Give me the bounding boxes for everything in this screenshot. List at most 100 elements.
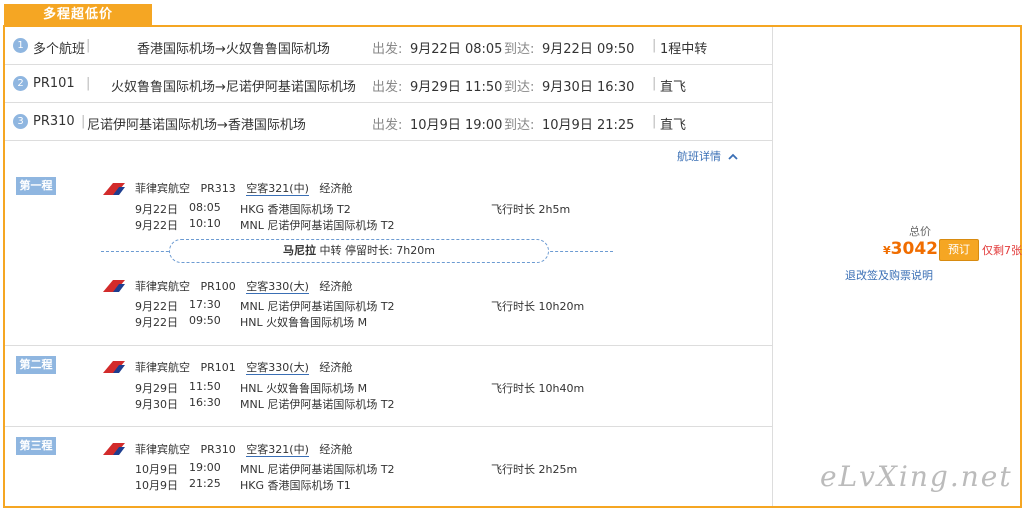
departure-time: 9月22日 08:05 [410,42,503,57]
flight-info: 菲律宾航空 PR100 空客330(大) 经济舱 [135,278,352,294]
refund-policy-link[interactable]: 退改签及购票说明 [845,267,933,283]
departure-time: 11:50 [189,380,221,393]
flight-info: 菲律宾航空 PR310 空客321(中) 经济舱 [135,441,352,457]
route: 尼诺伊阿基诺国际机场→香港国际机场 [87,118,306,133]
flight-details-toggle[interactable]: 航班详情 [677,148,738,164]
departure-date: 9月22日 [135,300,178,313]
cabin-class: 经济舱 [319,280,353,293]
segment-divider [5,345,772,346]
departure-airport: MNL 尼诺伊阿基诺国际机场 T2 [240,463,395,476]
arrival-time: 10:10 [189,217,221,230]
price-panel: 总价 ¥3042 预订 仅剩7张 退改签及购票说明 [773,27,1022,506]
flight-number: PR310 [200,443,236,456]
arrival-date: 9月30日 [135,398,178,411]
airline-name: 菲律宾航空 [135,182,190,195]
flight-number: 多个航班 [33,42,86,57]
flight-number: PR101 [200,361,236,374]
aircraft-type[interactable]: 空客330(大) [246,280,309,294]
arrival-date: 9月22日 [135,316,178,329]
departure-airport: MNL 尼诺伊阿基诺国际机场 T2 [240,300,395,313]
separator: | [652,76,657,91]
stopover-info: 马尼拉 中转 停留时长: 7h20m [169,239,549,263]
departure-label: 出发: [372,42,403,57]
stopover-duration: 停留时长: 7h20m [345,244,435,257]
route: 火奴鲁鲁国际机场→尼诺伊阿基诺国际机场 [111,80,356,95]
arrival-time: 21:25 [189,477,221,490]
philippine-airlines-logo-icon [103,443,125,455]
separator: | [86,76,91,91]
leg-number-badge: 2 [13,76,28,91]
flight-info: 菲律宾航空 PR101 空客330(大) 经济舱 [135,359,352,375]
departure-date: 10月9日 [135,463,178,476]
departure-time: 17:30 [189,298,221,311]
departure-label: 出发: [372,80,403,95]
aircraft-type[interactable]: 空客321(中) [246,182,309,196]
summary-row[interactable]: 3 PR310 | 尼诺伊阿基诺国际机场→香港国际机场 出发: 10月9日 19… [5,103,772,141]
arrival-airport: MNL 尼诺伊阿基诺国际机场 T2 [240,219,395,232]
arrival-airport: MNL 尼诺伊阿基诺国际机场 T2 [240,398,395,411]
seats-remaining: 仅剩7张 [982,244,1022,257]
flight-details-panel: 1 多个航班 | 香港国际机场→火奴鲁鲁国际机场 出发: 9月22日 08:05… [5,27,773,506]
price-amount: 3042 [890,239,938,259]
stopover-type: 中转 [319,244,342,257]
airline-name: 菲律宾航空 [135,280,190,293]
flight-number: PR310 [33,114,75,129]
airline-name: 菲律宾航空 [135,361,190,374]
separator: | [81,114,86,129]
departure-time: 10月9日 19:00 [410,118,503,133]
chevron-up-icon [727,153,738,160]
book-button[interactable]: 预订 [939,239,979,261]
flight-info: 菲律宾航空 PR313 空客321(中) 经济舱 [135,180,352,196]
aircraft-type[interactable]: 空客330(大) [246,361,309,375]
watermark: eLvXing.net [820,460,1013,493]
arrival-time: 9月22日 09:50 [542,42,635,57]
cabin-class: 经济舱 [319,182,353,195]
segment-divider [5,426,772,427]
arrival-airport: HKG 香港国际机场 T1 [240,479,351,492]
flight-number: PR313 [200,182,236,195]
cabin-class: 经济舱 [319,443,353,456]
departure-time: 08:05 [189,201,221,214]
departure-airport: HNL 火奴鲁鲁国际机场 M [240,382,368,395]
departure-date: 9月29日 [135,382,178,395]
summary-row[interactable]: 1 多个航班 | 香港国际机场→火奴鲁鲁国际机场 出发: 9月22日 08:05… [5,27,772,65]
arrival-airport: HNL 火奴鲁鲁国际机场 M [240,316,368,329]
departure-time: 9月29日 11:50 [410,80,503,95]
separator: | [652,114,657,129]
flight-duration: 飞行时长 2h5m [491,203,571,216]
total-price-label: 总价 [909,225,931,238]
flight-number: PR100 [200,280,236,293]
aircraft-type[interactable]: 空客321(中) [246,443,309,457]
summary-row[interactable]: 2 PR101 | 火奴鲁鲁国际机场→尼诺伊阿基诺国际机场 出发: 9月29日 … [5,65,772,103]
departure-date: 9月22日 [135,203,178,216]
leg-number-badge: 3 [13,114,28,129]
departure-time: 19:00 [189,461,221,474]
flight-duration: 飞行时长 10h40m [491,382,585,395]
arrival-time: 16:30 [189,396,221,409]
tab-multi-city-deal[interactable]: 多程超低价 [4,4,152,26]
total-price: ¥3042 [883,239,938,259]
currency-symbol: ¥ [883,244,891,257]
itinerary-card: 1 多个航班 | 香港国际机场→火奴鲁鲁国际机场 出发: 9月22日 08:05… [3,25,1022,508]
departure-airport: HKG 香港国际机场 T2 [240,203,351,216]
arrival-time: 10月9日 21:25 [542,118,635,133]
arrival-label: 到达: [504,118,535,133]
separator: | [86,38,91,53]
flight-duration: 飞行时长 10h20m [491,300,585,313]
segment-label: 第三程 [16,437,56,455]
airline-name: 菲律宾航空 [135,443,190,456]
arrival-date: 9月22日 [135,219,178,232]
cabin-class: 经济舱 [319,361,353,374]
tab-bar: 多程超低价 [0,0,1024,26]
segment-label: 第二程 [16,356,56,374]
flight-number: PR101 [33,76,75,91]
flight-details-label: 航班详情 [677,150,721,163]
route: 香港国际机场→火奴鲁鲁国际机场 [137,42,330,57]
stops-info: 1程中转 [660,42,708,57]
philippine-airlines-logo-icon [103,183,125,195]
stops-info: 直飞 [660,118,687,133]
leg-number-badge: 1 [13,38,28,53]
philippine-airlines-logo-icon [103,361,125,373]
arrival-time: 09:50 [189,314,221,327]
philippine-airlines-logo-icon [103,280,125,292]
